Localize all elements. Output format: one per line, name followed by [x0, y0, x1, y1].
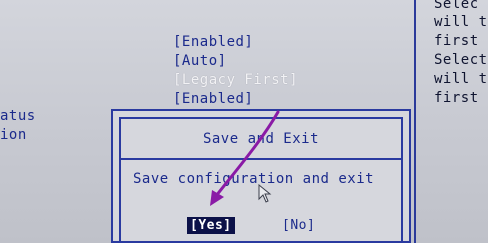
- setting-value-legacy-first[interactable]: [Legacy First]: [173, 72, 298, 88]
- mouse-pointer-icon: [258, 184, 272, 203]
- help-line: will t: [434, 14, 488, 30]
- dialog-title: Save and Exit: [202, 131, 320, 147]
- left-label-option: ion: [0, 127, 27, 143]
- yes-button[interactable]: [Yes]: [187, 217, 235, 234]
- no-button[interactable]: [No]: [279, 217, 318, 234]
- bios-screen: atus ion [Enabled] [Auto] [Legacy First]…: [0, 0, 488, 243]
- setting-value-enabled-1[interactable]: [Enabled]: [173, 34, 253, 50]
- dialog-message: Save configuration and exit: [133, 171, 375, 187]
- setting-value-enabled-2[interactable]: [Enabled]: [173, 91, 253, 107]
- dialog-divider: [121, 158, 401, 160]
- setting-value-auto[interactable]: [Auto]: [173, 53, 227, 69]
- help-line: first a: [434, 90, 488, 106]
- dialog-frame: Save and Exit Save configuration and exi…: [119, 117, 403, 243]
- help-panel: Selec will t first Selecti will t first …: [414, 0, 488, 243]
- save-exit-dialog: Save and Exit Save configuration and exi…: [111, 109, 411, 243]
- help-line: Selecti: [434, 52, 488, 68]
- help-line: will t: [434, 71, 488, 87]
- left-label-status: atus: [0, 108, 36, 124]
- help-line: Selec: [434, 0, 479, 12]
- help-line: first: [434, 33, 479, 49]
